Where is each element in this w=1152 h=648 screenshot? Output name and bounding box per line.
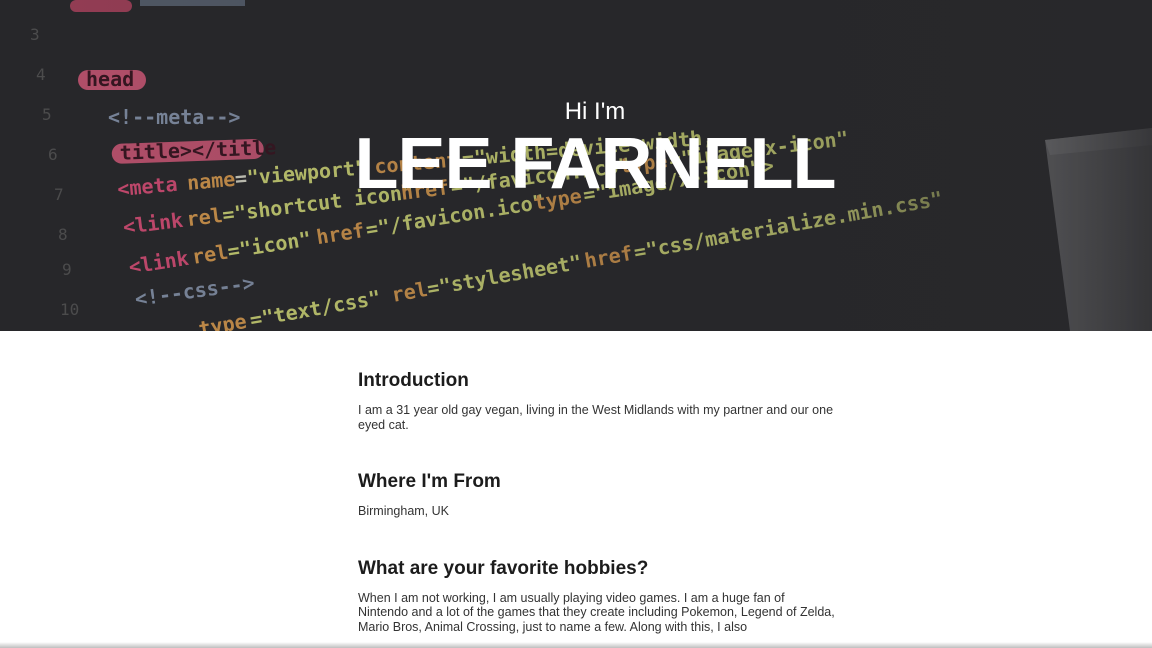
bottom-edge-shadow (0, 642, 1152, 648)
section-title: Introduction (358, 370, 469, 391)
hero-banner: 3 4 5 6 7 8 9 10 head <!--meta--> title>… (0, 0, 1152, 331)
main-content: Introduction I am a 31 year old gay vega… (358, 331, 838, 634)
section-body: Birmingham, UK (358, 504, 449, 518)
hero-name: LEE FARNELL (354, 124, 836, 204)
section-introduction: Introduction I am a 31 year old gay vega… (358, 369, 838, 432)
section-where-from: Where I'm From Birmingham, UK (358, 470, 838, 519)
section-hobbies: What are your favorite hobbies? When I a… (358, 557, 838, 635)
section-body: I am a 31 year old gay vegan, living in … (358, 403, 834, 432)
section-title: Where I'm From (358, 471, 501, 492)
section-body: When I am not working, I am usually play… (358, 590, 835, 634)
hero-greeting: Hi I'm (564, 98, 626, 125)
section-title: What are your favorite hobbies? (358, 557, 649, 579)
